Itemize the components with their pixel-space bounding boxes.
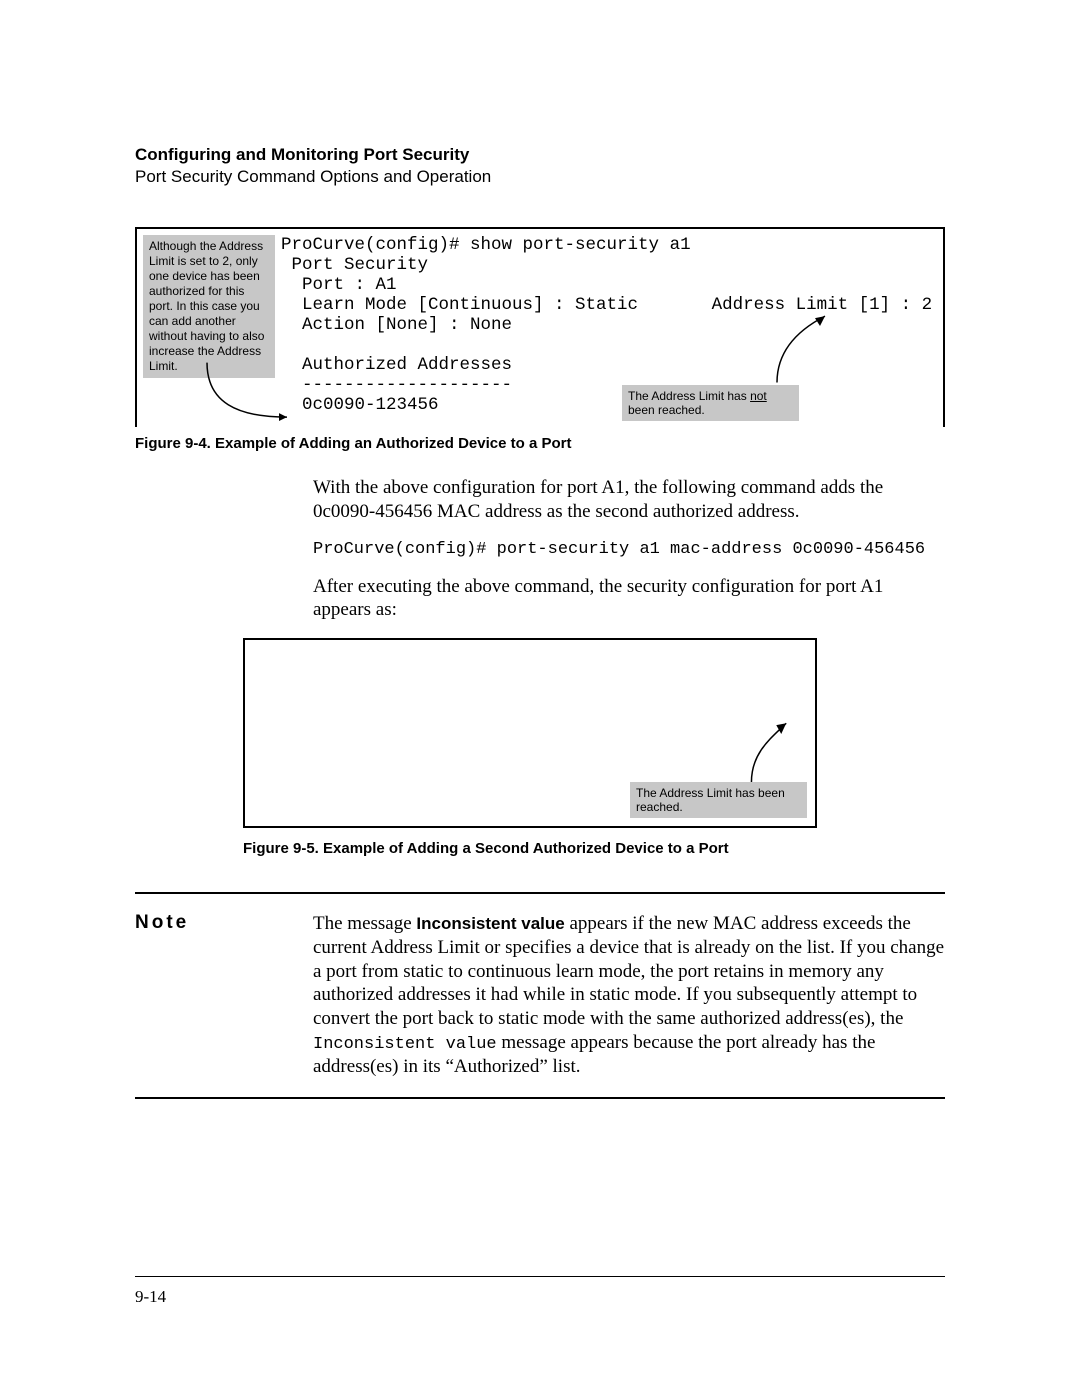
note-bold: Inconsistent value (416, 914, 564, 933)
callout-text-b: been reached. (628, 403, 705, 417)
footer-rule (135, 1276, 945, 1277)
command-example: ProCurve(config)# port-security a1 mac-a… (313, 540, 945, 559)
callout-right-2: The Address Limit has been reached. (630, 782, 807, 818)
figure-9-5: The Address Limit has been reached. (243, 638, 817, 828)
page: Configuring and Monitoring Port Security… (0, 0, 1080, 1397)
callout-left: Although the Address Limit is set to 2, … (143, 235, 275, 378)
callout-underline: not (750, 389, 767, 403)
note-label: Note (135, 912, 313, 934)
figure-9-5-caption: Figure 9-5. Example of Adding a Second A… (243, 840, 945, 857)
section-title: Configuring and Monitoring Port Security (135, 145, 945, 165)
note-code: Inconsistent value (313, 1035, 497, 1054)
note-text-a: The message (313, 913, 416, 934)
note-body: The message Inconsistent value appears i… (313, 912, 945, 1079)
paragraph-2: After executing the above command, the s… (313, 575, 945, 623)
callout-right: The Address Limit has not been reached. (622, 385, 799, 421)
figure-9-4: Although the Address Limit is set to 2, … (135, 227, 945, 427)
callout-text-a: The Address Limit has (628, 389, 750, 403)
note-block: Note The message Inconsistent value appe… (135, 892, 945, 1099)
figure-9-4-caption: Figure 9-4. Example of Adding an Authori… (135, 435, 945, 452)
terminal-output: ProCurve(config)# show port-security a1 … (281, 235, 932, 415)
paragraph-1: With the above configuration for port A1… (313, 476, 945, 524)
section-subtitle: Port Security Command Options and Operat… (135, 167, 945, 187)
page-number: 9-14 (135, 1287, 166, 1307)
